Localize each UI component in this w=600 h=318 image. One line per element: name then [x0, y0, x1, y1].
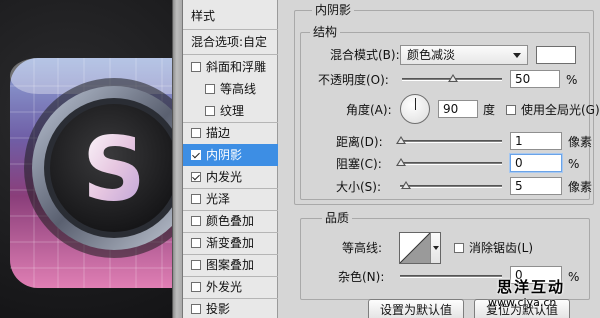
- checkbox[interactable]: [191, 62, 201, 72]
- style-item-bevel[interactable]: 斜面和浮雕: [183, 56, 278, 78]
- angle-label: 角度(A):: [346, 103, 392, 117]
- blend-mode-value: 颜色减淡: [407, 48, 456, 62]
- size-slider-thumb[interactable]: [401, 181, 411, 189]
- style-item-label: 纹理: [220, 104, 245, 118]
- make-default-button[interactable]: 设置为默认值: [368, 299, 464, 318]
- angle-unit: 度: [483, 103, 496, 117]
- contour-dropdown[interactable]: [430, 233, 440, 263]
- divider: [183, 54, 278, 55]
- antialias-label: 消除锯齿(L): [469, 241, 534, 255]
- noise-unit: %: [568, 270, 580, 284]
- angle-needle: [415, 98, 416, 110]
- opacity-slider-thumb[interactable]: [448, 74, 458, 82]
- inner-shadow-settings: 内阴影 结构 混合模式(B): 颜色减淡 不透明度(O): 50 % 角度(A)…: [278, 0, 600, 318]
- checkbox[interactable]: [191, 194, 201, 204]
- noise-label: 杂色(N):: [338, 270, 385, 284]
- canvas-scrollbar[interactable]: [172, 0, 183, 318]
- contour-label: 等高线:: [342, 241, 383, 255]
- contour-picker[interactable]: [399, 232, 441, 264]
- opacity-unit: %: [566, 73, 578, 87]
- checkbox[interactable]: [205, 106, 215, 116]
- structure-title: 结构: [310, 25, 341, 39]
- styles-list: 样式 混合选项:自定 斜面和浮雕 等高线 纹理 描边 内阴影 内发光 光泽 颜色…: [183, 0, 278, 318]
- size-unit: 像素: [568, 180, 593, 194]
- global-light-toggle[interactable]: 使用全局光(G): [506, 103, 600, 117]
- style-item-label: 等高线: [220, 82, 257, 96]
- checkbox[interactable]: [191, 238, 201, 248]
- angle-input[interactable]: 90: [438, 100, 478, 118]
- choke-label: 阻塞(C):: [336, 157, 382, 171]
- watermark-title: 思洋互动: [497, 278, 566, 296]
- style-item-drop-shadow[interactable]: 投影: [183, 298, 278, 318]
- divider: [183, 29, 278, 30]
- s-letter-logo: S: [82, 118, 145, 221]
- style-item-outer-glow[interactable]: 外发光: [183, 276, 278, 298]
- chevron-down-icon: [513, 53, 521, 58]
- style-item-label: 描边: [206, 126, 231, 140]
- style-item-label: 渐变叠加: [206, 236, 255, 250]
- choke-unit: %: [568, 157, 580, 171]
- contour-preview-icon: [400, 233, 430, 263]
- style-item-label: 图案叠加: [206, 258, 255, 272]
- checkbox[interactable]: [191, 260, 201, 270]
- distance-unit: 像素: [568, 135, 593, 149]
- style-item-label: 外发光: [206, 280, 243, 294]
- style-item-inner-shadow[interactable]: 内阴影: [183, 144, 278, 166]
- checkbox[interactable]: [191, 304, 201, 314]
- style-item-label: 内阴影: [206, 148, 243, 162]
- style-item-contour[interactable]: 等高线: [183, 78, 278, 100]
- blend-mode-select[interactable]: 颜色减淡: [400, 45, 528, 65]
- style-item-pattern-overlay[interactable]: 图案叠加: [183, 254, 278, 276]
- checkbox[interactable]: [506, 105, 516, 115]
- global-light-label: 使用全局光(G): [521, 103, 600, 117]
- style-item-inner-glow[interactable]: 内发光: [183, 166, 278, 188]
- checkbox[interactable]: [191, 150, 201, 160]
- chevron-down-icon: [433, 246, 439, 250]
- shadow-color-swatch[interactable]: [536, 46, 576, 64]
- distance-slider-track[interactable]: [400, 140, 502, 143]
- checkbox[interactable]: [191, 128, 201, 138]
- canvas-artwork: S: [0, 0, 172, 318]
- distance-input[interactable]: 1: [510, 132, 562, 150]
- opacity-input[interactable]: 50: [510, 70, 560, 88]
- choke-input[interactable]: 0: [510, 154, 562, 172]
- blend-mode-label: 混合模式(B):: [330, 48, 400, 62]
- style-item-label: 斜面和浮雕: [206, 60, 267, 74]
- style-item-label: 投影: [206, 302, 231, 316]
- size-input[interactable]: 5: [510, 177, 562, 195]
- noise-slider-track[interactable]: [400, 275, 502, 278]
- style-item-gradient-overlay[interactable]: 渐变叠加: [183, 232, 278, 254]
- style-item-texture[interactable]: 纹理: [183, 100, 278, 122]
- blend-options-item[interactable]: 混合选项:自定: [183, 31, 278, 53]
- quality-title: 品质: [322, 211, 353, 225]
- style-item-label: 内发光: [206, 170, 243, 184]
- distance-slider-thumb[interactable]: [396, 136, 406, 144]
- angle-dial[interactable]: [400, 94, 430, 124]
- style-item-label: 颜色叠加: [206, 214, 255, 228]
- style-item-color-overlay[interactable]: 颜色叠加: [183, 210, 278, 232]
- checkbox[interactable]: [191, 216, 201, 226]
- size-slider-track[interactable]: [400, 185, 502, 188]
- styles-header[interactable]: 样式: [183, 5, 278, 27]
- checkbox[interactable]: [191, 282, 201, 292]
- style-item-satin[interactable]: 光泽: [183, 188, 278, 210]
- style-item-label: 光泽: [206, 192, 231, 206]
- distance-label: 距离(D):: [336, 135, 383, 149]
- checkbox[interactable]: [191, 172, 201, 182]
- antialias-toggle[interactable]: 消除锯齿(L): [454, 241, 533, 255]
- choke-slider-track[interactable]: [400, 162, 502, 165]
- style-item-stroke[interactable]: 描边: [183, 122, 278, 144]
- checkbox[interactable]: [205, 84, 215, 94]
- size-label: 大小(S):: [336, 180, 382, 194]
- opacity-label: 不透明度(O):: [318, 73, 389, 87]
- app-icon-artwork: S: [10, 58, 172, 288]
- choke-slider-thumb[interactable]: [396, 158, 406, 166]
- section-title: 内阴影: [312, 3, 355, 17]
- watermark-url: www.ciya.cn: [488, 296, 557, 309]
- checkbox[interactable]: [454, 243, 464, 253]
